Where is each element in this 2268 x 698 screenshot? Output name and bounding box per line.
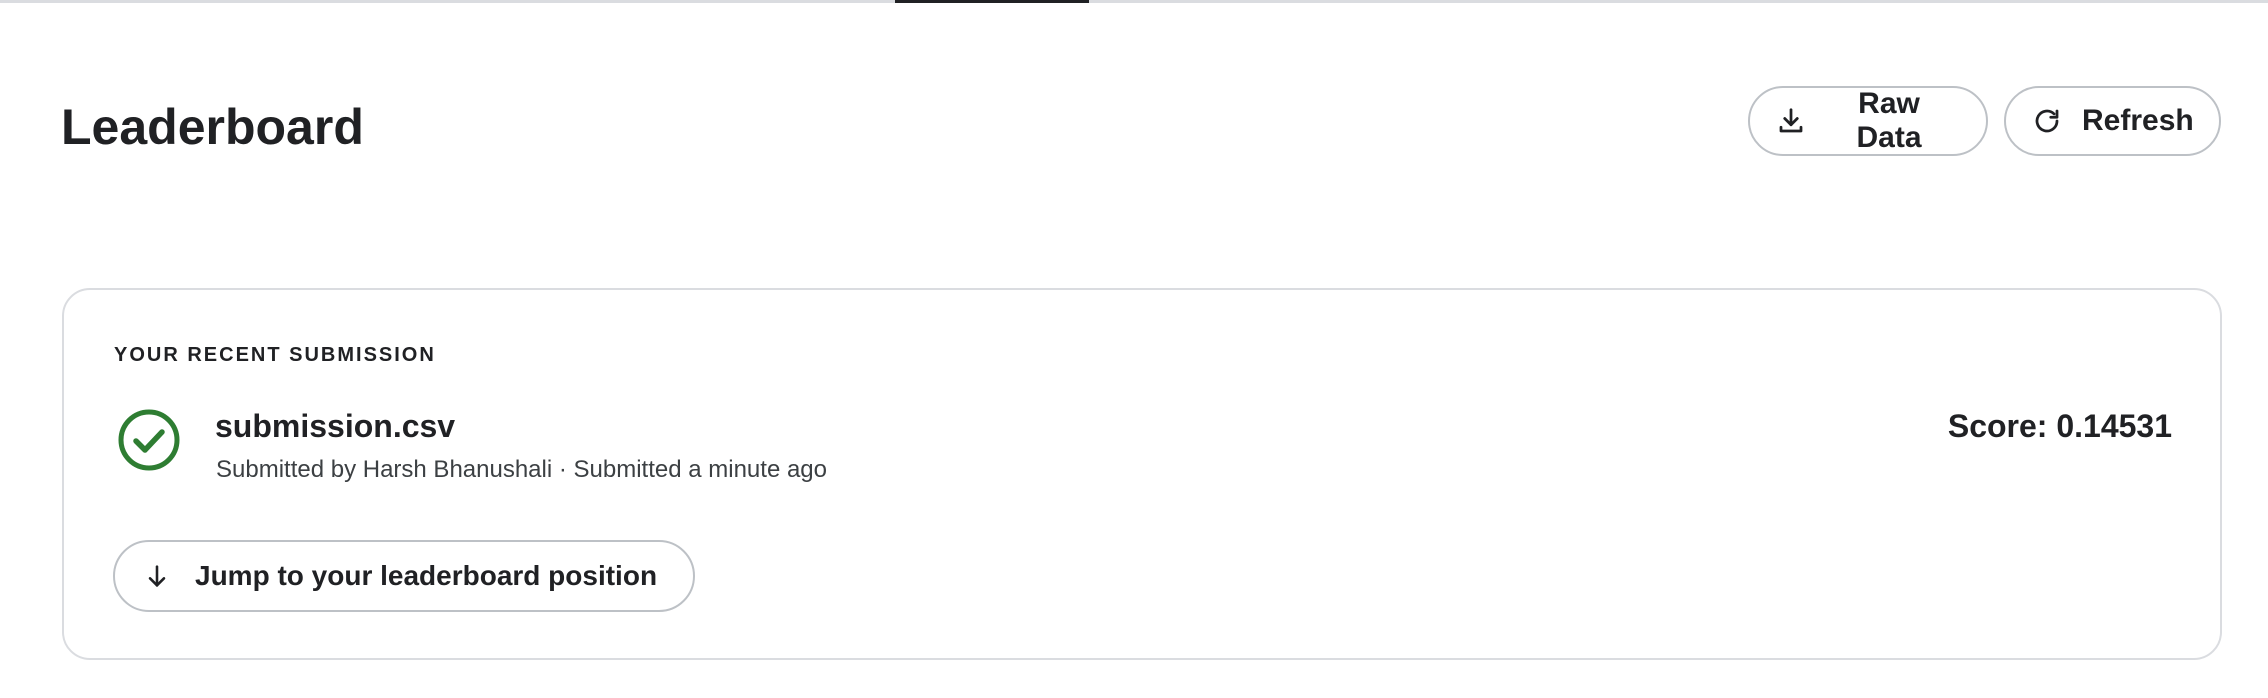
jump-to-position-button[interactable]: Jump to your leaderboard position	[113, 540, 695, 612]
raw-data-button[interactable]: Raw Data	[1748, 86, 1988, 156]
arrow-down-icon	[143, 562, 171, 590]
submission-meta: Submitted by Harsh Bhanushali · Submitte…	[216, 456, 828, 483]
active-tab-indicator	[895, 0, 1089, 3]
download-icon	[1776, 106, 1806, 136]
refresh-button[interactable]: Refresh	[2004, 86, 2221, 156]
submission-file-name[interactable]: submission.csv	[215, 408, 455, 445]
refresh-icon	[2032, 106, 2062, 136]
raw-data-label: Raw Data	[1856, 87, 1922, 154]
check-circle-icon	[117, 408, 181, 472]
submission-score: Score: 0.14531	[1947, 408, 2172, 444]
jump-label: Jump to your leaderboard position	[195, 560, 658, 591]
header-actions: Raw Data Refresh	[1748, 86, 2221, 156]
top-divider	[0, 0, 2268, 3]
recent-submission-heading: YOUR RECENT SUBMISSION	[114, 344, 436, 366]
page-title: Leaderboard	[61, 99, 364, 155]
refresh-label: Refresh	[2082, 104, 2194, 137]
recent-submission-card: YOUR RECENT SUBMISSION submission.csv Su…	[62, 288, 2222, 660]
